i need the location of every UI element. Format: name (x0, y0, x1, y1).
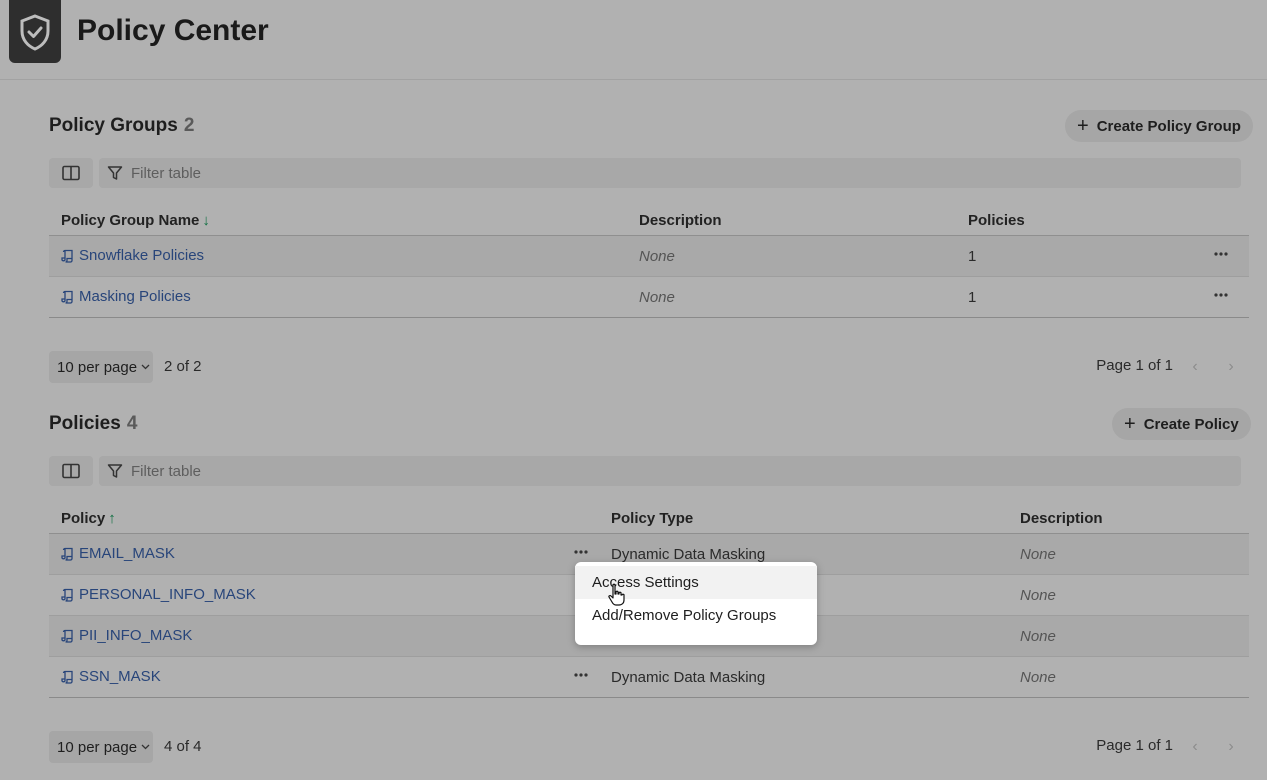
create-policy-button[interactable]: + Create Policy (1112, 408, 1251, 440)
policy-groups-title: Policy Groups 2 (49, 115, 194, 137)
policy-doc-icon (61, 249, 73, 263)
policy-description: None (1020, 628, 1056, 645)
policy-doc-icon (61, 670, 73, 684)
column-header-description[interactable]: Description (639, 212, 722, 229)
policy-group-policies-count: 1 (968, 289, 977, 306)
column-header-policy-type[interactable]: Policy Type (611, 510, 693, 527)
policy-description: None (1020, 669, 1056, 686)
per-page-select[interactable]: 10 per page (49, 351, 153, 383)
policy-groups-count: 2 (183, 115, 195, 136)
per-page-label: 10 per page (57, 738, 138, 756)
row-range: 2 of 2 (164, 358, 202, 375)
more-options-icon[interactable] (571, 542, 591, 562)
chevron-right-icon[interactable]: › (1219, 735, 1243, 759)
table-row: Masking Policies None 1 (49, 277, 1249, 318)
column-header-policy-group-name[interactable]: Policy Group Name ↓ (61, 212, 210, 229)
column-header-label: Policy (61, 510, 106, 527)
policy-description: None (1020, 587, 1056, 604)
policy-group-name: Masking Policies (79, 288, 191, 305)
policies-toolbar (49, 456, 1241, 488)
more-options-icon[interactable] (1211, 285, 1231, 305)
policy-doc-icon (61, 290, 73, 304)
plus-icon: + (1077, 115, 1089, 137)
page-indicator: Page 1 of 1 (1096, 737, 1173, 754)
chevron-down-icon (141, 364, 150, 370)
policy-name: PII_INFO_MASK (79, 627, 193, 644)
chevron-right-icon[interactable]: › (1219, 355, 1243, 379)
table-header: Policy Group Name ↓ Description Policies (49, 206, 1249, 236)
policies-title: Policies 4 (49, 413, 137, 435)
policy-groups-table: Policy Group Name ↓ Description Policies … (49, 206, 1249, 318)
page-title: Policy Center (77, 14, 269, 47)
column-toggle-button[interactable] (49, 456, 93, 486)
columns-icon (62, 165, 80, 181)
filter-icon (107, 166, 123, 180)
columns-icon (62, 463, 80, 479)
table-header: Policy ↑ Policy Type Description (49, 504, 1249, 534)
create-policy-group-label: Create Policy Group (1096, 117, 1241, 135)
chevron-left-icon[interactable]: ‹ (1183, 735, 1207, 759)
hand-pointer-icon (608, 583, 625, 606)
policy-groups-toolbar (49, 158, 1241, 190)
per-page-select[interactable]: 10 per page (49, 731, 153, 763)
policy-name: EMAIL_MASK (79, 545, 175, 562)
more-options-icon[interactable] (571, 665, 591, 685)
table-row: SSN_MASK Dynamic Data Masking None (49, 657, 1249, 698)
policies-filter[interactable] (99, 456, 1241, 486)
policies-title-label: Policies (49, 413, 121, 434)
chevron-left-icon[interactable]: ‹ (1183, 355, 1207, 379)
policy-groups-filter[interactable] (99, 158, 1241, 188)
policy-link[interactable]: PERSONAL_INFO_MASK (61, 586, 256, 603)
policy-name: PERSONAL_INFO_MASK (79, 586, 256, 603)
policies-count: 4 (126, 413, 138, 434)
policy-type: Dynamic Data Masking (611, 669, 766, 686)
policy-doc-icon (61, 547, 73, 561)
column-header-label: Policy Group Name (61, 212, 200, 229)
policy-group-link[interactable]: Masking Policies (61, 288, 191, 305)
policy-doc-icon (61, 588, 73, 602)
policies-filter-input[interactable] (131, 462, 731, 480)
policy-doc-icon (61, 629, 73, 643)
policy-groups-pagination: 10 per page 2 of 2 Page 1 of 1 ‹ › (49, 351, 1249, 383)
row-range: 4 of 4 (164, 738, 202, 755)
policy-description: None (1020, 546, 1056, 563)
per-page-label: 10 per page (57, 358, 138, 376)
policy-group-link[interactable]: Snowflake Policies (61, 247, 204, 264)
more-options-icon[interactable] (1211, 244, 1231, 264)
policy-group-name: Snowflake Policies (79, 247, 205, 264)
policy-groups-title-label: Policy Groups (49, 115, 178, 136)
policy-link[interactable]: PII_INFO_MASK (61, 627, 192, 644)
column-toggle-button[interactable] (49, 158, 93, 188)
chevron-down-icon (141, 744, 150, 750)
policies-pagination: 10 per page 4 of 4 Page 1 of 1 ‹ › (49, 731, 1249, 763)
sort-asc-icon: ↑ (108, 510, 116, 527)
create-policy-group-button[interactable]: + Create Policy Group (1065, 110, 1253, 142)
policy-groups-filter-input[interactable] (131, 164, 731, 182)
create-policy-label: Create Policy (1143, 415, 1239, 433)
app-header: Policy Center (0, 0, 1267, 80)
page-indicator: Page 1 of 1 (1096, 357, 1173, 374)
sort-desc-icon: ↓ (202, 212, 210, 229)
policy-link[interactable]: EMAIL_MASK (61, 545, 175, 562)
policy-group-description: None (639, 289, 675, 306)
plus-icon: + (1124, 413, 1136, 435)
filter-icon (107, 464, 123, 478)
column-header-description[interactable]: Description (1020, 510, 1103, 527)
column-header-policies[interactable]: Policies (968, 212, 1025, 229)
policy-link[interactable]: SSN_MASK (61, 668, 161, 685)
table-row: Snowflake Policies None 1 (49, 236, 1249, 277)
shield-check-icon (9, 0, 61, 63)
policy-group-policies-count: 1 (968, 248, 977, 265)
policy-name: SSN_MASK (79, 668, 161, 685)
policy-type: Dynamic Data Masking (611, 546, 766, 563)
column-header-policy[interactable]: Policy ↑ (61, 510, 116, 527)
policy-group-description: None (639, 248, 675, 265)
